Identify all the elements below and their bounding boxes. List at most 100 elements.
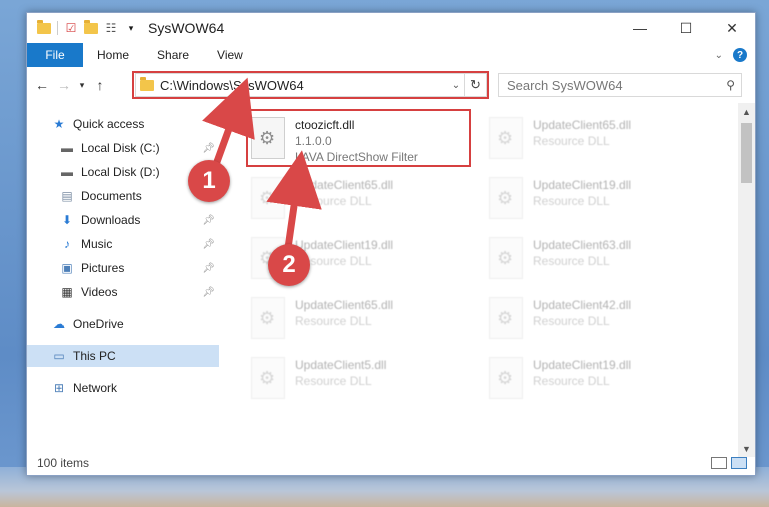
folder-icon (37, 19, 51, 35)
callout-2: 2 (268, 244, 310, 286)
window-controls: — ☐ ✕ (617, 13, 755, 43)
tiles-view-icon[interactable] (731, 457, 747, 469)
up-arrow-icon[interactable]: ↑ (89, 77, 111, 93)
scroll-thumb[interactable] (741, 123, 752, 183)
navigation-pane: ★ Quick access ▬ Local Disk (C:) 📌︎ ▬ Lo… (27, 105, 219, 447)
file-name: UpdateClient42.dll (533, 298, 632, 312)
nav-item-label: Pictures (81, 261, 125, 275)
tab-view[interactable]: View (203, 43, 257, 67)
rename-icon[interactable]: ☷ (104, 21, 118, 35)
file-name: UpdateClient65.dll (295, 178, 394, 192)
file-name: ctoozicft.dll (295, 118, 355, 132)
tab-share[interactable]: Share (143, 43, 203, 67)
nav-item-onedrive[interactable]: ☁ OneDrive (27, 313, 219, 335)
toolbar-divider (57, 21, 58, 35)
details-view-icon[interactable] (711, 457, 727, 469)
file-item[interactable]: UpdateClient19.dll Resource DLL (485, 173, 715, 225)
file-name: UpdateClient5.dll (295, 358, 387, 372)
nav-item-label: Network (73, 381, 118, 395)
nav-item-music[interactable]: ♪ Music 📌︎ (27, 233, 219, 255)
quick-access-toolbar: ☑ ☷ ▾ (37, 19, 138, 35)
properties-icon[interactable]: ☑ (64, 21, 78, 35)
expand-ribbon-icon[interactable]: ⌄ (715, 50, 723, 61)
pictures-icon: ▣ (61, 261, 73, 275)
tab-file[interactable]: File (27, 43, 83, 67)
file-description: Resource DLL (533, 374, 610, 388)
callout-1: 1 (188, 160, 230, 202)
file-version: 1.1.0.0 (295, 134, 332, 148)
help-icon[interactable]: ? (733, 48, 747, 62)
refresh-button[interactable]: ↻ (465, 73, 487, 97)
forward-arrow-icon[interactable]: → (53, 77, 75, 93)
nav-item-label: Quick access (73, 117, 145, 131)
nav-item-label: This PC (73, 349, 116, 363)
dll-file-icon (251, 177, 285, 219)
file-item[interactable]: UpdateClient65.dll Resource DLL (485, 113, 715, 165)
file-item-ctoozicft[interactable]: ctoozicft.dll 1.1.0.0 LAVA DirectShow Fi… (247, 113, 477, 165)
drive-icon: ▬ (61, 165, 73, 179)
pin-icon: 📌︎ (202, 142, 215, 154)
nav-item-videos[interactable]: ▦ Videos 📌︎ (27, 281, 219, 303)
address-dropdown-icon[interactable]: ⌄ (448, 80, 464, 91)
new-folder-icon[interactable] (84, 19, 98, 35)
file-name: UpdateClient19.dll (295, 238, 394, 252)
star-icon: ★ (53, 117, 65, 131)
cloud-icon: ☁ (53, 317, 65, 331)
item-count: 100 items (37, 456, 90, 470)
file-description: Resource DLL (295, 374, 372, 388)
vertical-scrollbar[interactable]: ▲ ▼ (738, 103, 755, 457)
address-folder-icon (140, 76, 154, 91)
nav-item-network[interactable]: ⊞ Network (27, 377, 219, 399)
file-item[interactable]: UpdateClient42.dll Resource DLL (485, 293, 715, 345)
dll-file-icon (489, 177, 523, 219)
pin-icon: 📌︎ (202, 238, 215, 250)
file-description: Resource DLL (533, 134, 610, 148)
file-name: UpdateClient19.dll (533, 358, 632, 372)
nav-item-pictures[interactable]: ▣ Pictures 📌︎ (27, 257, 219, 279)
documents-icon: ▤ (61, 189, 73, 203)
file-name: UpdateClient19.dll (533, 178, 632, 192)
address-bar[interactable]: C:\Windows\SysWOW64 ⌄ (135, 73, 465, 97)
file-item[interactable]: UpdateClient5.dll Resource DLL (247, 353, 477, 405)
pin-icon: 📌︎ (202, 214, 215, 226)
file-description: Resource DLL (533, 254, 610, 268)
back-arrow-icon[interactable]: ← (31, 77, 53, 93)
nav-item-label: Music (81, 237, 113, 251)
search-box[interactable]: Search SysWOW64 ⚲ (498, 73, 742, 97)
music-icon: ♪ (64, 237, 70, 251)
customize-toolbar-icon[interactable]: ▾ (124, 21, 138, 35)
maximize-button[interactable]: ☐ (663, 13, 709, 43)
file-item[interactable]: UpdateClient65.dll Resource DLL (247, 293, 477, 345)
nav-item-label: OneDrive (73, 317, 124, 331)
close-button[interactable]: ✕ (709, 13, 755, 43)
file-item[interactable]: UpdateClient65.dll Resource DLL (247, 173, 477, 225)
nav-item-label: Documents (81, 189, 142, 203)
address-path[interactable]: C:\Windows\SysWOW64 (160, 78, 448, 93)
address-row: ← → ▾ ↑ C:\Windows\SysWOW64 ⌄ ↻ Search S… (27, 71, 755, 99)
file-description: Resource DLL (295, 314, 372, 328)
file-item[interactable]: UpdateClient63.dll Resource DLL (485, 233, 715, 285)
view-switcher (711, 457, 755, 469)
nav-item-downloads[interactable]: ⬇ Downloads 📌︎ (27, 209, 219, 231)
pin-icon: 📌︎ (202, 262, 215, 274)
dll-file-icon (489, 237, 523, 279)
tab-home[interactable]: Home (83, 43, 143, 67)
nav-item-quick-access[interactable]: ★ Quick access (27, 113, 219, 135)
recent-locations-icon[interactable]: ▾ (75, 80, 89, 91)
minimize-button[interactable]: — (617, 13, 663, 43)
network-icon: ⊞ (53, 381, 65, 395)
nav-item-this-pc[interactable]: ▭ This PC (27, 345, 219, 367)
scroll-up-icon[interactable]: ▲ (738, 103, 755, 120)
nav-item-label: Videos (81, 285, 118, 299)
nav-item-label: Local Disk (C:) (81, 141, 160, 155)
window-title: SysWOW64 (148, 20, 225, 36)
status-bar: 100 items (27, 451, 755, 475)
search-input[interactable]: Search SysWOW64 (507, 78, 623, 93)
nav-item-local-disk-c[interactable]: ▬ Local Disk (C:) 📌︎ (27, 137, 219, 159)
pin-icon: 📌︎ (202, 286, 215, 298)
dll-file-icon (251, 357, 285, 399)
file-name: UpdateClient65.dll (533, 118, 632, 132)
title-bar: ☑ ☷ ▾ SysWOW64 — ☐ ✕ (27, 13, 755, 43)
file-item[interactable]: UpdateClient19.dll Resource DLL (485, 353, 715, 405)
explorer-window: ☑ ☷ ▾ SysWOW64 — ☐ ✕ File Home Share Vie… (26, 12, 756, 476)
